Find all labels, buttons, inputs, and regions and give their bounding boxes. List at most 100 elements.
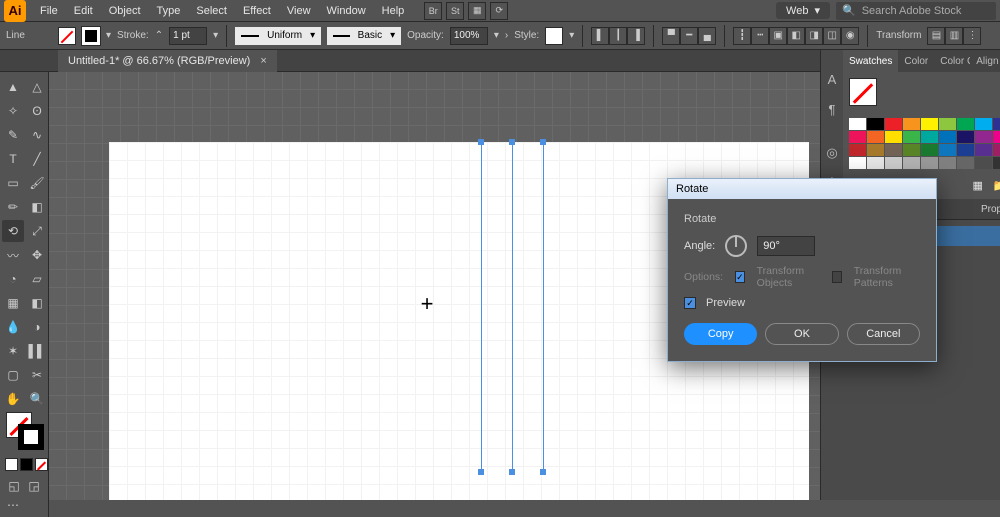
menu-select[interactable]: Select — [188, 5, 235, 17]
mesh-tool[interactable]: ▦ — [2, 292, 24, 314]
screen-mode-normal-icon[interactable]: ◱ — [5, 477, 23, 495]
swatch-color[interactable] — [993, 118, 1000, 130]
swatch-color[interactable] — [849, 157, 866, 169]
color-guide-tab[interactable]: Color Guide — [934, 50, 970, 72]
selection-handle[interactable] — [509, 139, 515, 145]
swatch-color[interactable] — [939, 118, 956, 130]
menu-type[interactable]: Type — [149, 5, 189, 17]
swatch-color[interactable] — [975, 157, 992, 169]
arrange-documents-icon[interactable]: ▦ — [468, 2, 486, 20]
menu-object[interactable]: Object — [101, 5, 149, 17]
swatch-color[interactable] — [849, 118, 866, 130]
selected-line[interactable] — [512, 142, 513, 472]
current-swatch-icon[interactable] — [849, 78, 877, 106]
swatch-color[interactable] — [993, 157, 1000, 169]
menu-effect[interactable]: Effect — [235, 5, 279, 17]
slice-tool[interactable]: ✂ — [26, 364, 48, 386]
swatch-color[interactable] — [993, 131, 1000, 143]
angle-wheel-icon[interactable] — [725, 235, 747, 257]
swatch-color[interactable] — [939, 131, 956, 143]
swatch-color[interactable] — [975, 118, 992, 130]
align-tab[interactable]: Align — [970, 50, 1000, 72]
menu-view[interactable]: View — [279, 5, 319, 17]
lasso-tool[interactable]: ʘ — [26, 100, 48, 122]
swatch-color[interactable] — [993, 144, 1000, 156]
isolate-icon[interactable]: ◧ — [787, 27, 805, 45]
menu-window[interactable]: Window — [319, 5, 374, 17]
line-segment-tool[interactable]: ╱ — [26, 148, 48, 170]
swatch-color[interactable] — [885, 118, 902, 130]
none-chip[interactable] — [35, 458, 48, 471]
swatch-color[interactable] — [867, 131, 884, 143]
swatch-color[interactable] — [867, 118, 884, 130]
rectangle-tool[interactable]: ▭ — [2, 172, 24, 194]
screen-mode-full-icon[interactable]: ◲ — [25, 477, 43, 495]
color-chip[interactable] — [5, 458, 18, 471]
selection-handle[interactable] — [478, 139, 484, 145]
search-stock[interactable]: 🔍 Search Adobe Stock — [836, 2, 996, 20]
zoom-tool[interactable]: 🔍 — [26, 388, 48, 410]
column-graph-tool[interactable]: ▌▌ — [26, 340, 48, 362]
brush-dropdown[interactable]: Basic▾ — [327, 27, 401, 45]
ok-button[interactable]: OK — [765, 323, 838, 345]
opacity-input[interactable] — [450, 27, 488, 45]
profile-dropdown[interactable]: Uniform▾ — [235, 27, 321, 45]
distribute-v-icon[interactable]: ┅ — [751, 27, 769, 45]
selection-tool[interactable]: ▲ — [2, 76, 24, 98]
selection-handle[interactable] — [540, 469, 546, 475]
curvature-tool[interactable]: ∿ — [26, 124, 48, 146]
transform-patterns-checkbox[interactable] — [832, 271, 841, 283]
align-right-icon[interactable]: ▐ — [627, 27, 645, 45]
type-panel-icon[interactable]: A — [821, 68, 843, 90]
paragraph-panel-icon[interactable]: ¶ — [821, 98, 843, 120]
direct-selection-tool[interactable]: △ — [26, 76, 48, 98]
stroke-stepper-icon[interactable]: ⌃ — [155, 30, 163, 41]
stroke-color-icon[interactable] — [18, 424, 44, 450]
copy-button[interactable]: Copy — [684, 323, 757, 345]
edit-toolbar-icon[interactable]: ⋯ — [2, 497, 24, 513]
swatch-color[interactable] — [939, 144, 956, 156]
stroke-swatch[interactable] — [82, 27, 100, 45]
fill-swatch[interactable] — [58, 27, 76, 45]
swatch-color[interactable] — [903, 157, 920, 169]
dialog-titlebar[interactable]: Rotate — [668, 179, 936, 199]
swatch-color[interactable] — [921, 157, 938, 169]
swatch-color[interactable] — [939, 157, 956, 169]
clip-icon[interactable]: ◫ — [823, 27, 841, 45]
shape-builder-tool[interactable]: ◔ — [2, 268, 24, 290]
stock-button[interactable]: St — [446, 2, 464, 20]
stroke-weight-input[interactable] — [169, 27, 207, 45]
transform-objects-checkbox[interactable]: ✓ — [735, 271, 745, 283]
gradient-chip[interactable] — [20, 458, 33, 471]
swatch-color[interactable] — [903, 118, 920, 130]
swatch-color[interactable] — [867, 144, 884, 156]
gpu-icon[interactable]: ⟳ — [490, 2, 508, 20]
swatches-tab[interactable]: Swatches — [843, 50, 898, 72]
new-group-icon[interactable]: 📁 — [993, 179, 1000, 195]
menu-edit[interactable]: Edit — [66, 5, 101, 17]
new-swatch-icon[interactable]: ▦ — [973, 179, 989, 195]
swatch-color[interactable] — [957, 131, 974, 143]
align-left-icon[interactable]: ▌ — [591, 27, 609, 45]
cancel-button[interactable]: Cancel — [847, 323, 920, 345]
rotate-tool[interactable]: ⟲ — [2, 220, 24, 242]
symbol-sprayer-tool[interactable]: ✶ — [2, 340, 24, 362]
magic-wand-tool[interactable]: ✧ — [2, 100, 24, 122]
recolor-icon[interactable]: ◉ — [841, 27, 859, 45]
swatch-color[interactable] — [975, 131, 992, 143]
bridge-button[interactable]: Br — [424, 2, 442, 20]
selection-handle[interactable] — [478, 469, 484, 475]
more-icon[interactable]: ⋮ — [963, 27, 981, 45]
pen-tool[interactable]: ✎ — [2, 124, 24, 146]
eraser-tool[interactable]: ◧ — [26, 196, 48, 218]
paintbrush-tool[interactable]: 🖌 — [26, 172, 48, 194]
swatch-color[interactable] — [921, 131, 938, 143]
menu-file[interactable]: File — [32, 5, 66, 17]
perspective-grid-tool[interactable]: ▱ — [26, 268, 48, 290]
transforms-icon[interactable]: ▤ — [927, 27, 945, 45]
workspace-switcher[interactable]: Web ▾ — [776, 2, 830, 19]
selection-handle[interactable] — [540, 139, 546, 145]
close-icon[interactable]: × — [260, 55, 266, 67]
transform-label[interactable]: Transform — [876, 30, 921, 41]
shape-icon[interactable]: ▥ — [945, 27, 963, 45]
